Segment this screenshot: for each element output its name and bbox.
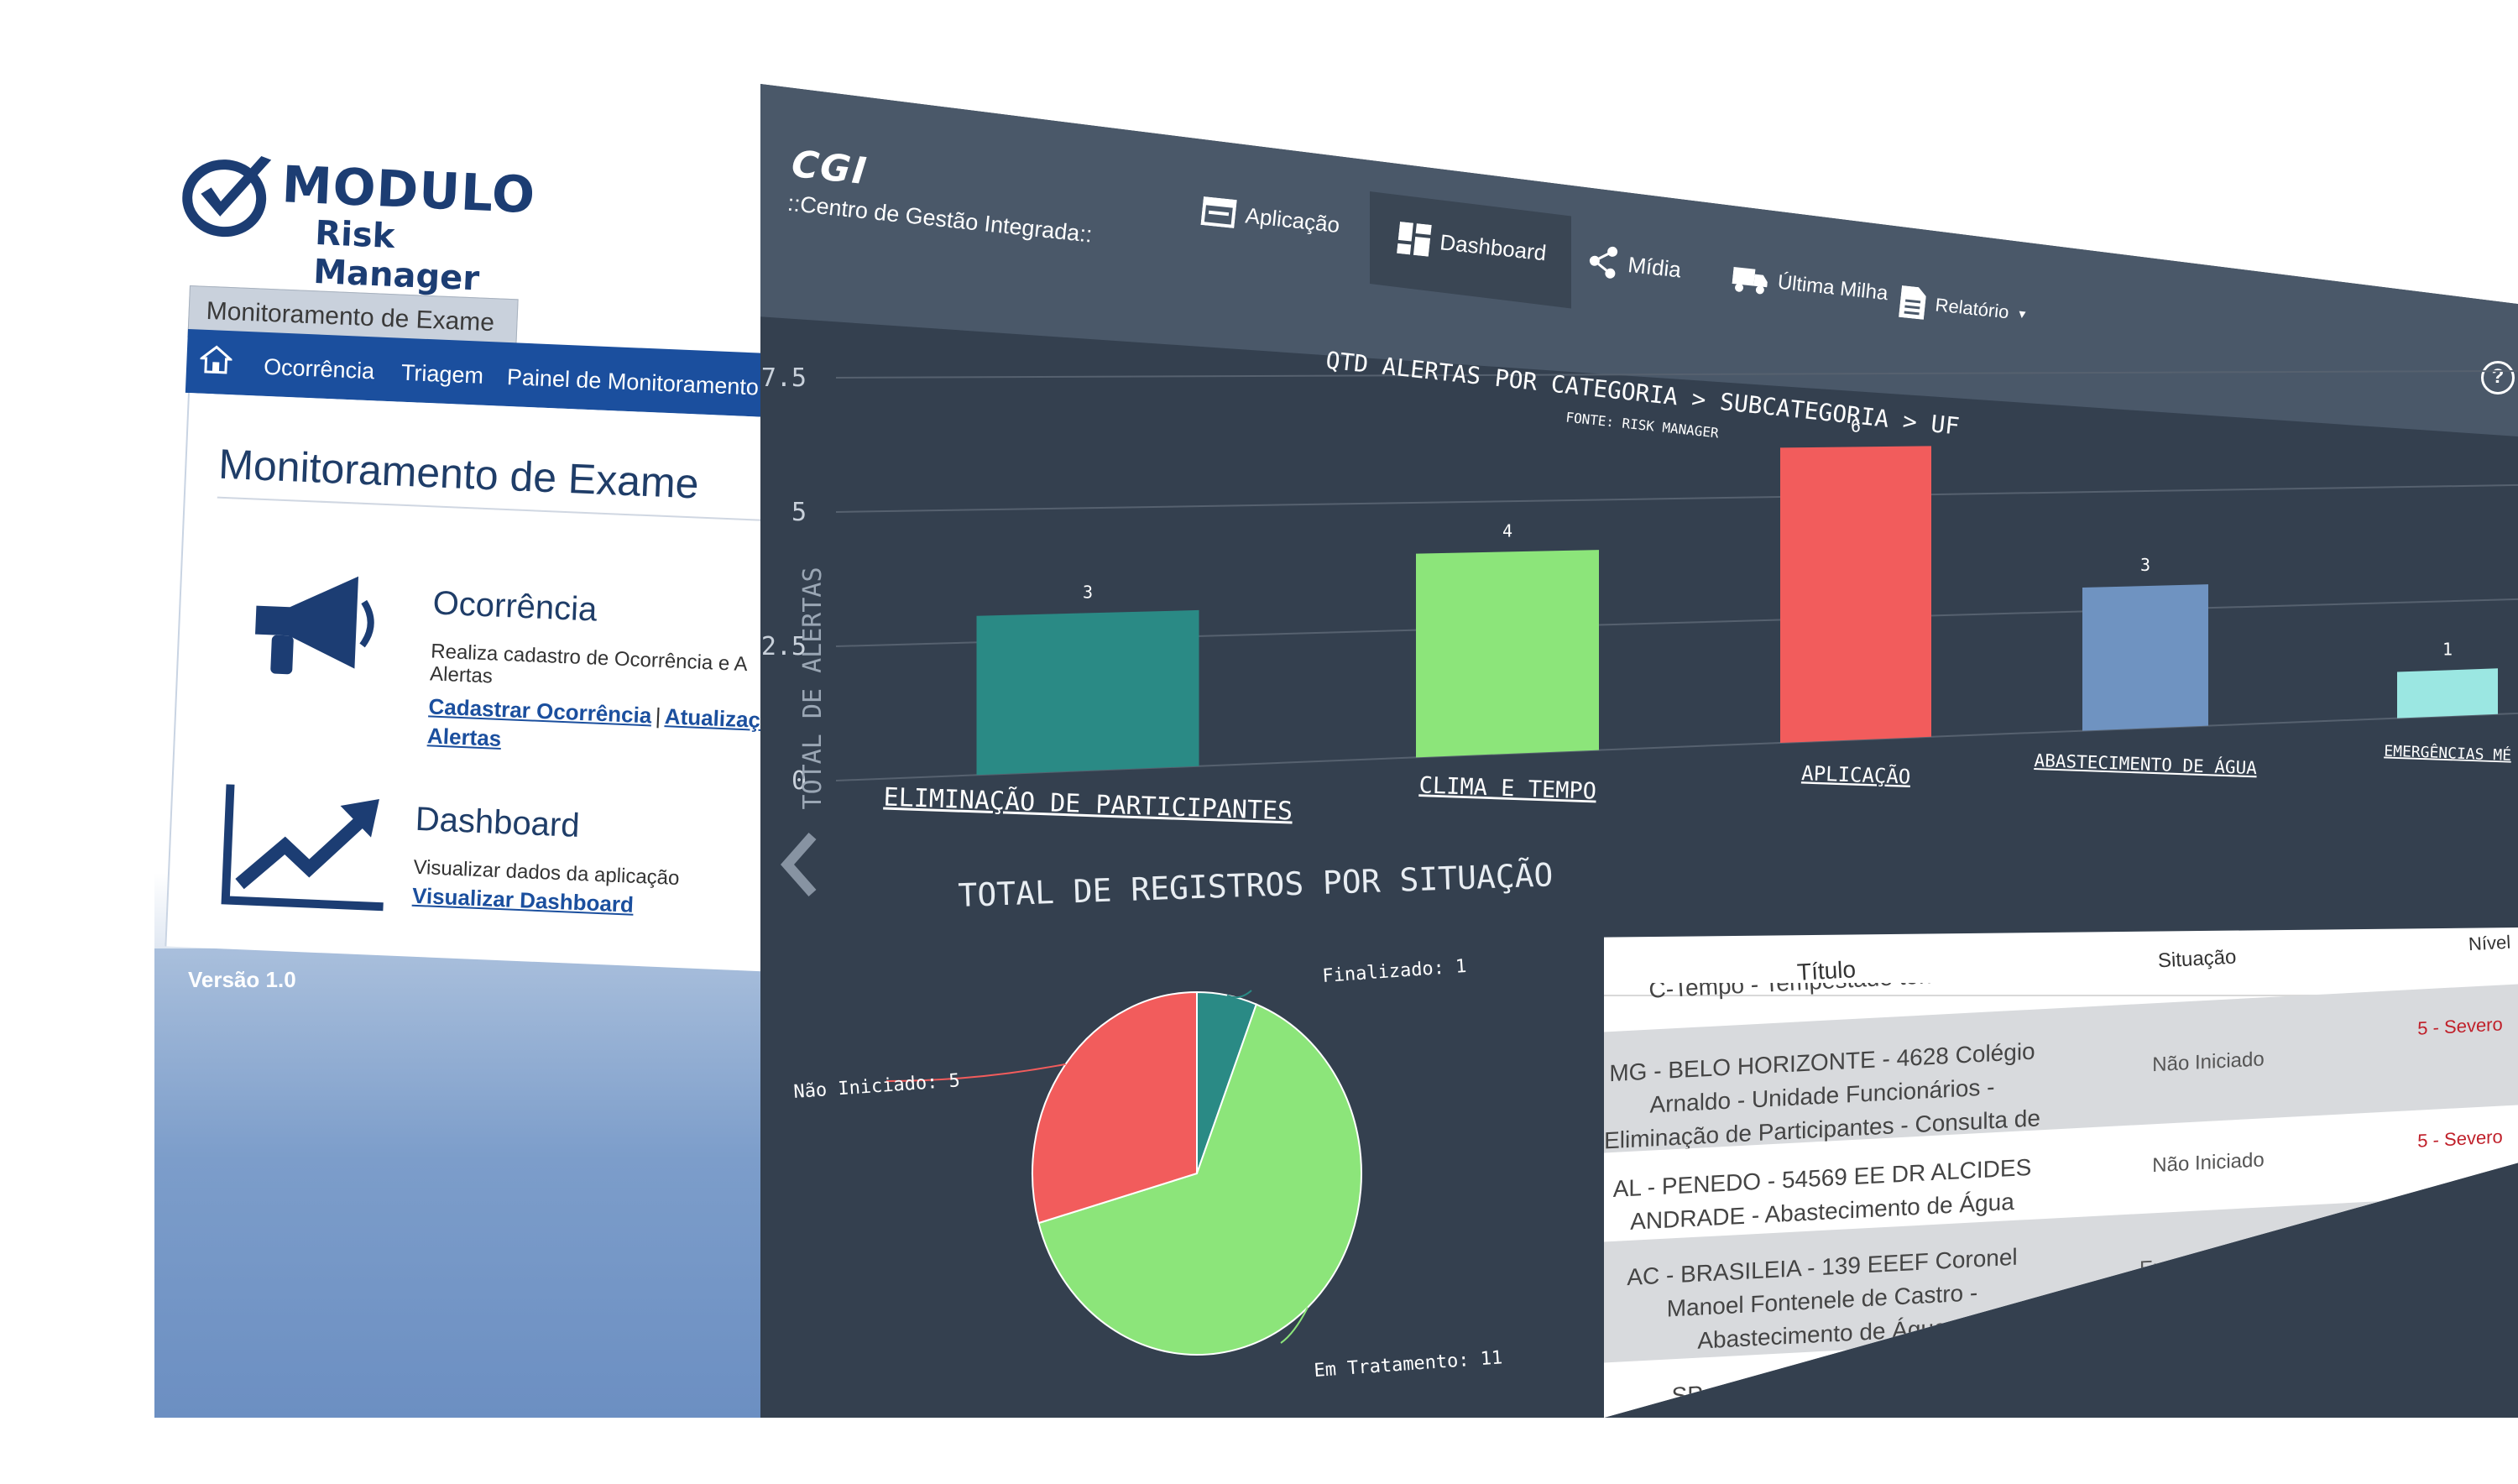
pie-slice-label: Não Iniciado: 5	[793, 1070, 961, 1103]
risk-manager-content: Monitoramento de Exame Ocorrência Realiz…	[165, 393, 794, 972]
update-occurrence-link[interactable]: Atualizaçã	[664, 703, 773, 733]
megaphone-icon	[255, 576, 374, 675]
table-header-title: Título	[1796, 956, 1857, 985]
check-circle-logo-icon	[182, 156, 272, 238]
trend-chart-icon	[221, 784, 384, 912]
register-occurrence-link[interactable]: Cadastrar Ocorrência	[428, 693, 652, 728]
alerts-link[interactable]: Alertas	[427, 723, 502, 751]
pie-leader-line	[1226, 990, 1252, 999]
title-divider	[217, 496, 788, 523]
nav-painel-monitoramento[interactable]: Painel de Monitoramento	[506, 364, 759, 401]
nav-triagem[interactable]: Triagem	[400, 360, 483, 389]
occurrence-title: Ocorrência	[431, 584, 598, 629]
occurrence-links: Cadastrar Ocorrência | Atualizaçã Alerta…	[426, 693, 781, 767]
logo-subtitle: Risk Manager	[312, 213, 481, 299]
nav-ocorrencia[interactable]: Ocorrência	[264, 354, 375, 385]
pie-slice-label: Finalizado: 1	[1322, 956, 1468, 987]
risk-manager-window: MODULO Risk Manager Monitoramento de Exa…	[154, 0, 794, 1418]
cgi-dashboard-window: CGI ::Centro de Gestão Integrada:: Aplic…	[760, 84, 2518, 1418]
modulo-logo: MODULO Risk Manager	[179, 143, 537, 298]
row-level: 5 - Severo	[2417, 1126, 2503, 1152]
dashboard-title: Dashboard	[415, 800, 581, 844]
pie-chart-title: TOTAL DE REGISTROS POR SITUAÇÃO	[958, 856, 1554, 914]
row-level: 5 - Severo	[2417, 1013, 2503, 1039]
version-label: Versão 1.0	[188, 967, 296, 992]
risk-manager-footer-gradient	[154, 948, 776, 1418]
link-separator: |	[655, 703, 662, 729]
occurrence-description: Realiza cadastro de Ocorrência e A Alert…	[429, 640, 747, 688]
pie-slice-label: Em Tratamento: 11	[1314, 1347, 1503, 1382]
row-status: Não Iniciado	[2152, 1148, 2265, 1178]
table-header-status: Situação	[2157, 945, 2238, 973]
row-title: C-Tempo - Tempestade torrencial	[1604, 983, 2041, 1008]
view-dashboard-link[interactable]: Visualizar Dashboard	[412, 883, 635, 917]
page-title: Monitoramento de Exame	[217, 440, 700, 508]
row-status: Não Iniciado	[2152, 1048, 2265, 1077]
table-header-level: Nível	[2468, 931, 2511, 955]
home-icon[interactable]	[199, 345, 233, 375]
